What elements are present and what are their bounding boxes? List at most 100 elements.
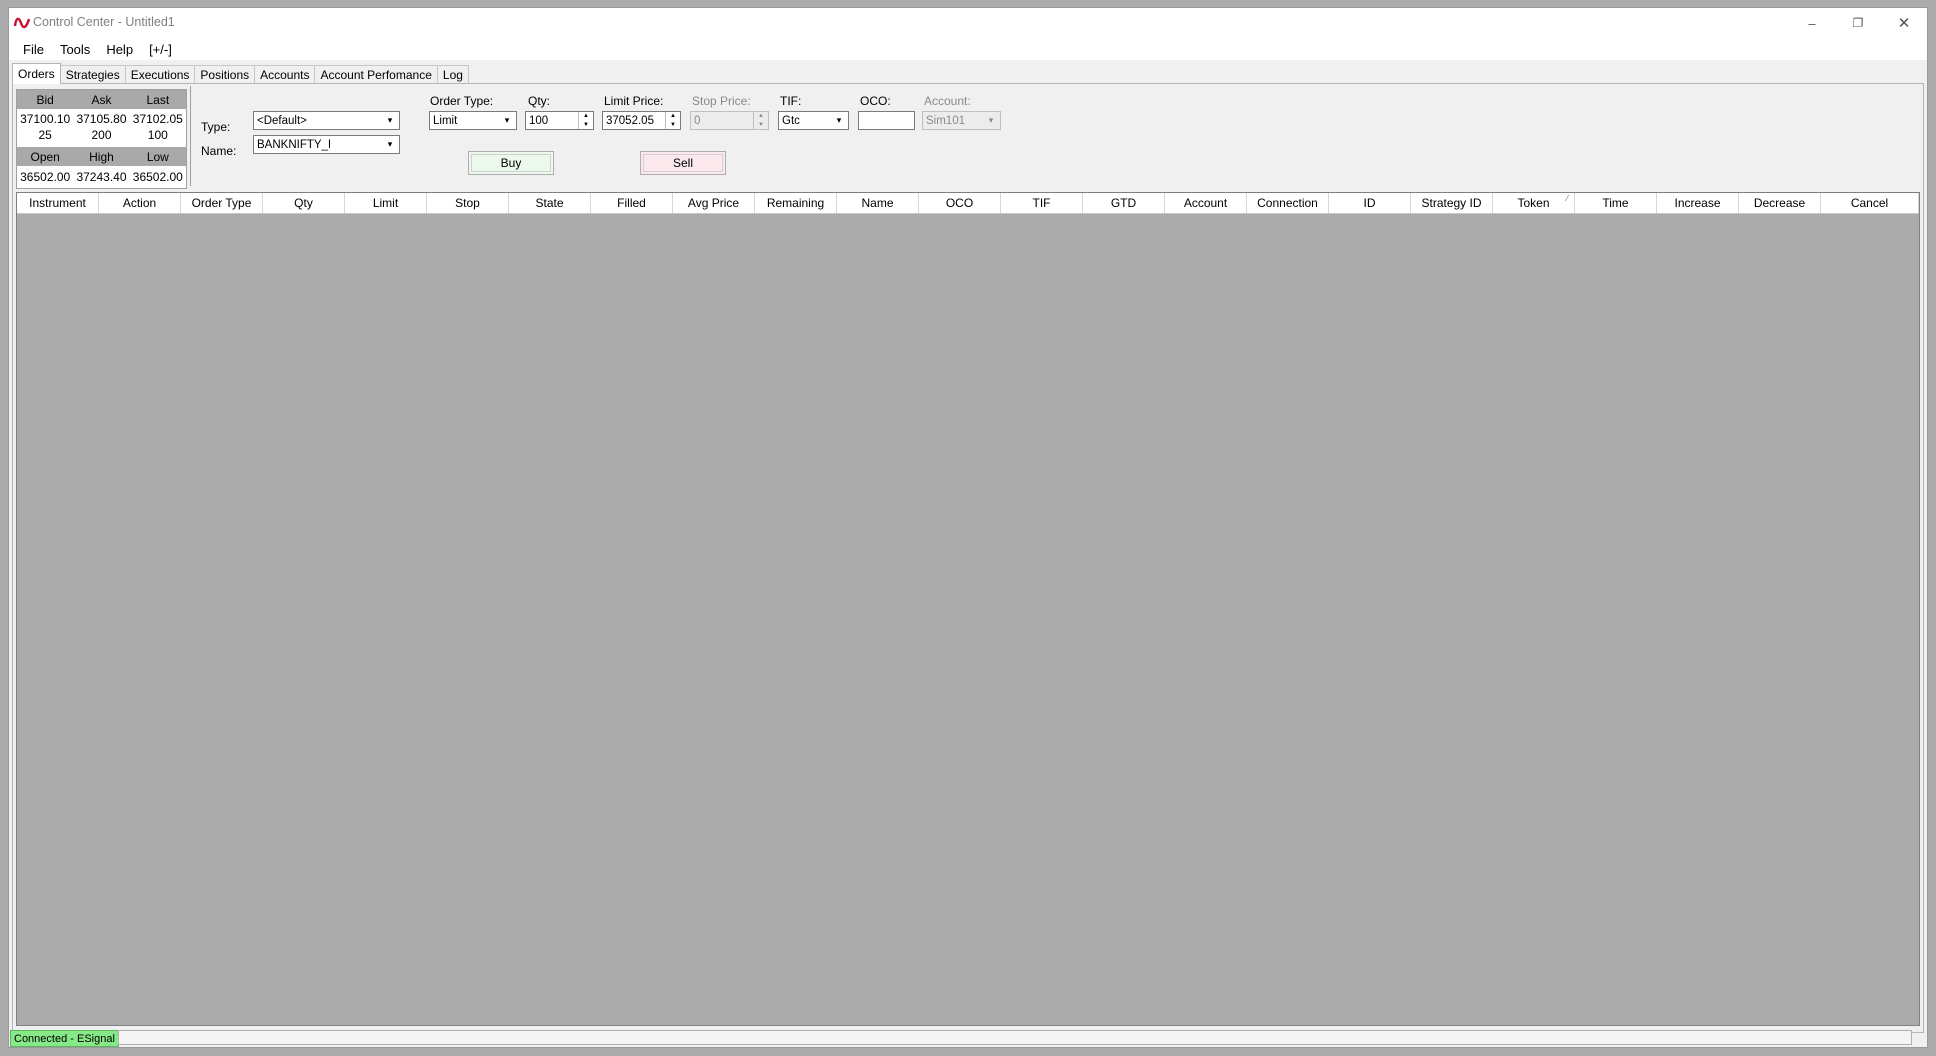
ask-size: 200	[91, 128, 112, 142]
tif-label: TIF:	[780, 94, 802, 108]
column-header-strategy-id[interactable]: Strategy ID	[1411, 193, 1493, 213]
chevron-down-icon: ▾	[836, 115, 842, 125]
sell-button-label: Sell	[643, 154, 723, 172]
spin-arrows-icon: ▲ ▼	[753, 112, 768, 129]
type-select[interactable]: <Default> ▾	[253, 111, 400, 130]
qty-value: 100	[529, 114, 549, 127]
low-price: 36502.00	[132, 170, 183, 184]
chevron-down-icon: ▾	[988, 115, 994, 125]
menu-tools[interactable]: Tools	[52, 42, 98, 57]
name-label: Name:	[201, 144, 237, 158]
column-header-oco[interactable]: OCO	[919, 193, 1001, 213]
open-price: 36502.00	[20, 170, 71, 184]
qty-stepper[interactable]: 100 ▲ ▼	[525, 111, 594, 130]
sell-button[interactable]: Sell	[640, 151, 726, 175]
column-header-id[interactable]: ID	[1329, 193, 1411, 213]
menu-bar: File Tools Help [+/-]	[9, 38, 1927, 60]
stop-price-value: 0	[694, 114, 701, 127]
account-select: Sim101 ▾	[922, 111, 1001, 130]
high-header: High	[89, 149, 114, 164]
order-type-value: Limit	[433, 114, 458, 127]
buy-button[interactable]: Buy	[468, 151, 554, 175]
quote-ohl-row: 36502.00 37243.40 36502.00	[17, 169, 186, 185]
type-select-value: <Default>	[257, 114, 307, 127]
chevron-down-icon: ▾	[387, 139, 393, 149]
minimize-icon: –	[1808, 15, 1816, 31]
column-header-tif[interactable]: TIF	[1001, 193, 1083, 213]
spin-arrows-icon[interactable]: ▲ ▼	[665, 112, 680, 129]
column-header-filled[interactable]: Filled	[591, 193, 673, 213]
order-type-select[interactable]: Limit ▾	[429, 111, 517, 130]
menu-help[interactable]: Help	[98, 42, 141, 57]
tif-select[interactable]: Gtc ▾	[778, 111, 849, 130]
quote-panel: Bid Ask Last 37100.10 37105.80 37102.05 …	[16, 89, 187, 189]
tif-value: Gtc	[782, 114, 800, 127]
column-header-order-type[interactable]: Order Type	[181, 193, 263, 213]
column-header-decrease[interactable]: Decrease	[1739, 193, 1821, 213]
column-header-name[interactable]: Name	[837, 193, 919, 213]
sort-indicator-icon: ⁄	[1566, 194, 1568, 203]
menu-toggle[interactable]: [+/-]	[141, 42, 180, 57]
order-type-label: Order Type:	[430, 94, 494, 108]
limit-price-stepper[interactable]: 37052.05 ▲ ▼	[602, 111, 681, 130]
instrument-name-value: BANKNIFTY_I	[257, 138, 332, 151]
column-header-increase[interactable]: Increase	[1657, 193, 1739, 213]
column-header-qty[interactable]: Qty	[263, 193, 345, 213]
chevron-down-icon: ▾	[504, 115, 510, 125]
column-header-action[interactable]: Action	[99, 193, 181, 213]
tab-log[interactable]: Log	[436, 65, 469, 84]
column-header-token[interactable]: Token ⁄	[1493, 193, 1575, 213]
tab-positions[interactable]: Positions	[194, 65, 256, 84]
column-header-instrument[interactable]: Instrument	[17, 193, 99, 213]
open-header: Open	[30, 149, 60, 164]
column-header-time[interactable]: Time	[1575, 193, 1657, 213]
column-header-gtd[interactable]: GTD	[1083, 193, 1165, 213]
status-message-field	[118, 1030, 1912, 1045]
limit-price-label: Limit Price:	[604, 94, 664, 108]
column-header-stop[interactable]: Stop	[427, 193, 509, 213]
column-header-cancel[interactable]: Cancel	[1821, 193, 1919, 213]
orders-grid-header: Instrument Action Order Type Qty Limit Stop St…	[17, 193, 1919, 214]
type-label: Type:	[201, 120, 231, 134]
orders-tab-page: Bid Ask Last 37100.10 37105.80 37102.05 …	[12, 83, 1924, 1033]
bid-price[interactable]: 37100.10	[17, 112, 73, 126]
last-header: Last	[146, 92, 170, 107]
high-price: 37243.40	[76, 170, 127, 184]
ask-price[interactable]: 37105.80	[73, 112, 129, 126]
last-price[interactable]: 37102.05	[130, 112, 186, 126]
column-header-limit[interactable]: Limit	[345, 193, 427, 213]
close-button[interactable]: ✕	[1881, 8, 1927, 38]
oco-label: OCO:	[860, 94, 891, 108]
column-header-state[interactable]: State	[509, 193, 591, 213]
restore-button[interactable]: ❐	[1835, 8, 1881, 38]
qty-label: Qty:	[528, 94, 551, 108]
orders-grid[interactable]: Instrument Action Order Type Qty Limit Stop St…	[16, 192, 1920, 1026]
buy-button-label: Buy	[471, 154, 551, 172]
instrument-name-select[interactable]: BANKNIFTY_I ▾	[253, 135, 400, 154]
control-center-window: Control Center - Untitled1 – ❐ ✕ File To…	[8, 7, 1928, 1048]
close-icon: ✕	[1897, 15, 1911, 32]
column-header-account[interactable]: Account	[1165, 193, 1247, 213]
account-value: Sim101	[926, 114, 965, 127]
column-header-avg-price[interactable]: Avg Price	[673, 193, 755, 213]
tab-executions[interactable]: Executions	[124, 65, 196, 84]
menu-file[interactable]: File	[15, 42, 52, 57]
oco-input[interactable]	[858, 111, 915, 130]
chevron-down-icon: ▾	[387, 115, 393, 125]
quote-header-row: Bid Ask Last	[17, 90, 186, 109]
order-entry-panel: Type: <Default> ▾ Name: BANKNIFTY_I ▾ Or…	[190, 86, 1921, 186]
tab-account-performance[interactable]: Account Perfomance	[314, 65, 438, 84]
tab-strategies[interactable]: Strategies	[59, 65, 126, 84]
quote-price-row: 37100.10 37105.80 37102.05	[17, 111, 186, 127]
low-header: Low	[146, 149, 169, 164]
tab-accounts[interactable]: Accounts	[254, 65, 316, 84]
column-header-remaining[interactable]: Remaining	[755, 193, 837, 213]
minimize-button[interactable]: –	[1789, 8, 1835, 38]
spin-arrows-icon[interactable]: ▲ ▼	[578, 112, 593, 129]
ask-header: Ask	[91, 92, 112, 107]
status-bar: Connected - ESignal	[9, 1028, 1927, 1048]
restore-icon: ❐	[1852, 16, 1864, 30]
last-size: 100	[147, 128, 168, 142]
tab-orders[interactable]: Orders	[12, 63, 61, 84]
column-header-connection[interactable]: Connection	[1247, 193, 1329, 213]
